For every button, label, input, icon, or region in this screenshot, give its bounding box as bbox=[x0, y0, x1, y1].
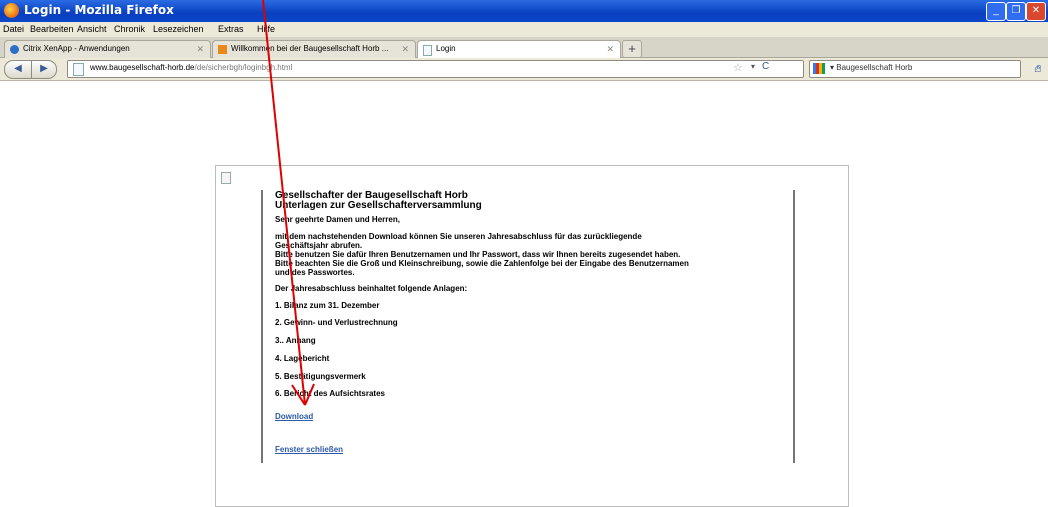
frame-document-icon bbox=[221, 172, 231, 184]
home-icon[interactable]: ⌂ bbox=[1034, 61, 1041, 75]
menu-hilfe[interactable]: Hilfe bbox=[257, 24, 275, 34]
download-link[interactable]: Download bbox=[275, 412, 313, 421]
close-tab-icon[interactable]: ✕ bbox=[606, 41, 614, 57]
window-title: Login - Mozilla Firefox bbox=[24, 3, 174, 17]
tab-login[interactable]: Login ✕ bbox=[417, 40, 621, 58]
maximize-button[interactable]: ❐ bbox=[1006, 2, 1026, 21]
google-icon bbox=[813, 63, 825, 74]
list-item: 2. Gewinn- und Verlustrechnung bbox=[275, 318, 398, 327]
list-item: 5. Bestätigungsvermerk bbox=[275, 372, 366, 381]
page-icon bbox=[423, 45, 432, 56]
paragraph-line: und des Passwortes. bbox=[275, 268, 355, 277]
greeting-text: Sehr geehrte Damen und Herren, bbox=[275, 215, 400, 224]
menu-lesezeichen[interactable]: Lesezeichen bbox=[153, 24, 204, 34]
menu-extras[interactable]: Extras bbox=[218, 24, 244, 34]
close-window-button[interactable]: ✕ bbox=[1026, 2, 1046, 21]
page-frame: Gesellschafter der Baugesellschaft Horb … bbox=[215, 165, 849, 507]
search-engine-label: ▾ Baugesellschaft Horb bbox=[830, 63, 913, 72]
menu-bar: Datei Bearbeiten Ansicht Chronik Lesezei… bbox=[0, 22, 1048, 37]
close-tab-icon[interactable]: ✕ bbox=[401, 41, 409, 57]
url-text: www.baugesellschaft-horb.de/de/sicherbgh… bbox=[90, 63, 292, 72]
menu-ansicht[interactable]: Ansicht bbox=[77, 24, 107, 34]
navigation-bar: ◀ ▶ www.baugesellschaft-horb.de/de/siche… bbox=[0, 58, 1048, 81]
back-button[interactable]: ◀ bbox=[4, 60, 32, 79]
page-icon bbox=[73, 63, 84, 76]
new-tab-button[interactable]: + bbox=[622, 40, 642, 58]
list-item: 4. Lagebericht bbox=[275, 354, 330, 363]
tab-label: Citrix XenApp - Anwendungen bbox=[23, 44, 130, 53]
tab-citrix[interactable]: Citrix XenApp - Anwendungen ✕ bbox=[4, 40, 211, 58]
menu-bearbeiten[interactable]: Bearbeiten bbox=[30, 24, 74, 34]
url-host: www.baugesellschaft-horb.de bbox=[90, 63, 195, 72]
content-box: Gesellschafter der Baugesellschaft Horb … bbox=[261, 190, 795, 463]
address-bar[interactable]: www.baugesellschaft-horb.de/de/sicherbgh… bbox=[67, 60, 804, 78]
bookmark-star-icon[interactable]: ☆ bbox=[733, 61, 743, 74]
list-item: 3.. Anhang bbox=[275, 336, 316, 345]
citrix-icon bbox=[10, 45, 19, 54]
search-bar[interactable]: ▾ Baugesellschaft Horb ⌕ bbox=[809, 60, 1042, 78]
url-path: /de/sicherbgh/loginbgh.html bbox=[194, 63, 293, 72]
menu-datei[interactable]: Datei bbox=[3, 24, 24, 34]
menu-chronik[interactable]: Chronik bbox=[114, 24, 145, 34]
forward-button[interactable]: ▶ bbox=[31, 60, 57, 79]
chevron-down-icon[interactable]: ▾ bbox=[751, 62, 755, 71]
tab-label: Willkommen bei der Baugesellschaft Horb … bbox=[231, 44, 389, 53]
tab-willkommen[interactable]: Willkommen bei der Baugesellschaft Horb … bbox=[212, 40, 416, 58]
window-titlebar: Login - Mozilla Firefox _ ❐ ✕ bbox=[0, 0, 1048, 22]
minimize-button[interactable]: _ bbox=[986, 2, 1006, 21]
close-window-link[interactable]: Fenster schließen bbox=[275, 445, 343, 454]
firefox-icon bbox=[4, 3, 19, 18]
site-icon bbox=[218, 45, 227, 54]
reload-icon[interactable]: C bbox=[762, 61, 769, 72]
tab-label: Login bbox=[436, 44, 456, 53]
list-item: 6. Bericht des Aufsichtsrates bbox=[275, 389, 385, 398]
close-tab-icon[interactable]: ✕ bbox=[196, 41, 204, 57]
heading-subtitle: Unterlagen zur Gesellschafterversammlung bbox=[275, 200, 482, 211]
attachments-intro: Der Jahresabschluss beinhaltet folgende … bbox=[275, 284, 468, 293]
list-item: 1. Bilanz zum 31. Dezember bbox=[275, 301, 380, 310]
tab-bar: Citrix XenApp - Anwendungen ✕ Willkommen… bbox=[0, 37, 1048, 58]
